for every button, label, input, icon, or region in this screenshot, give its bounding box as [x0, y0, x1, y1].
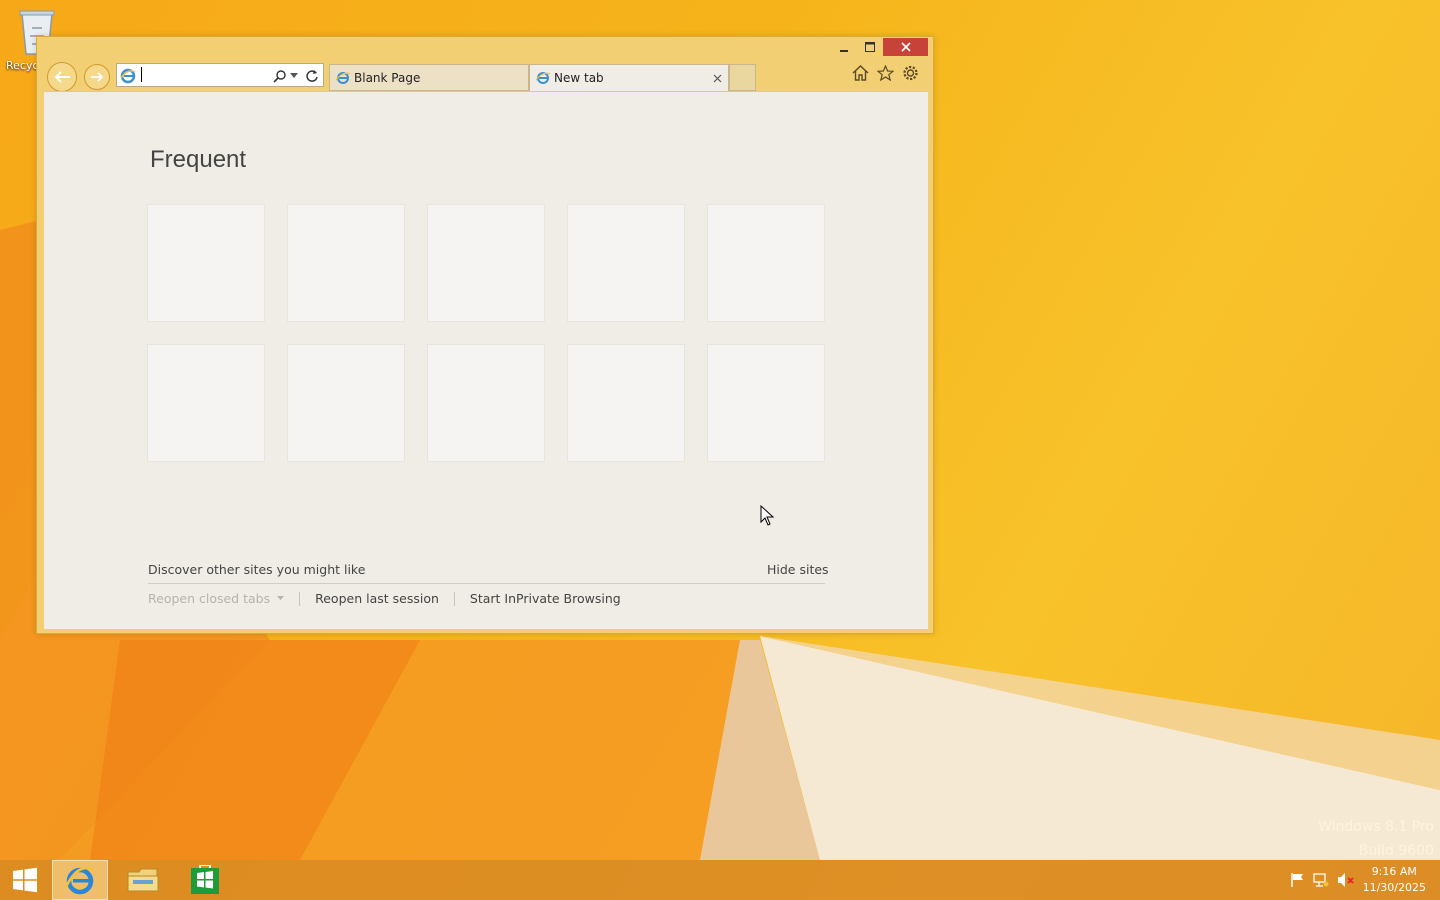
- toolbar-right: [852, 65, 919, 81]
- reopen-last-session-link[interactable]: Reopen last session: [315, 591, 439, 606]
- windows-watermark: Windows 8.1 Pro Build 9600: [1318, 815, 1434, 863]
- network-icon[interactable]: [1313, 872, 1329, 888]
- address-input[interactable]: [141, 67, 262, 82]
- minimize-icon: [840, 50, 848, 52]
- frequent-tile[interactable]: [147, 204, 265, 322]
- tab-label: Blank Page: [354, 70, 421, 85]
- tab-new-tab[interactable]: New tab: [529, 64, 729, 91]
- recycle-bin-label: Recyc: [6, 59, 39, 72]
- frequent-tile[interactable]: [567, 344, 685, 462]
- ie-logo-icon: [120, 68, 136, 84]
- ie-tab-icon: [336, 71, 350, 84]
- discover-sites-link[interactable]: Discover other sites you might like: [148, 562, 365, 577]
- chevron-down-icon: [277, 596, 285, 600]
- session-links: Reopen closed tabs Reopen last session S…: [148, 591, 621, 606]
- frequent-tile[interactable]: [567, 204, 685, 322]
- taskbar: 9:16 AM 11/30/2025: [0, 860, 1440, 900]
- gear-icon[interactable]: [902, 65, 919, 81]
- reopen-closed-tabs-link[interactable]: Reopen closed tabs: [148, 591, 270, 606]
- frequent-tile[interactable]: [427, 204, 545, 322]
- ie-window: Blank Page New tab Frequent Discover oth…: [36, 36, 934, 634]
- taskbar-internet-explorer[interactable]: [52, 860, 108, 900]
- store-icon: [191, 865, 219, 894]
- clock-time: 9:16 AM: [1371, 865, 1417, 878]
- new-tab-page: Frequent Discover other sites you might …: [44, 91, 928, 629]
- address-bar[interactable]: [116, 63, 324, 87]
- frequent-tile[interactable]: [287, 344, 405, 462]
- ie-tab-icon: [536, 72, 550, 84]
- chevron-down-icon[interactable]: [290, 73, 298, 79]
- home-icon[interactable]: [852, 65, 869, 81]
- forward-arrow-icon: [91, 72, 104, 82]
- separator: [299, 591, 301, 606]
- back-arrow-icon: [54, 71, 70, 83]
- frequent-tile[interactable]: [707, 344, 825, 462]
- tab-label: New tab: [554, 71, 604, 85]
- start-button[interactable]: [0, 860, 50, 900]
- watermark-edition: Windows 8.1 Pro: [1318, 819, 1434, 835]
- tab-blank-page[interactable]: Blank Page: [329, 64, 529, 91]
- favorites-star-icon[interactable]: [877, 65, 894, 81]
- back-button[interactable]: [47, 62, 77, 92]
- divider: [148, 583, 825, 584]
- frequent-heading: Frequent: [150, 146, 247, 173]
- clock-date: 11/30/2025: [1362, 881, 1426, 894]
- close-icon: [900, 42, 911, 52]
- search-icon[interactable]: [273, 69, 287, 83]
- taskbar-store[interactable]: [178, 860, 232, 900]
- caption-buttons: [831, 38, 928, 56]
- ie-logo-icon: [64, 866, 95, 895]
- volume-muted-icon[interactable]: [1337, 872, 1355, 888]
- new-tab-button[interactable]: [729, 64, 756, 91]
- frequent-tile[interactable]: [427, 344, 545, 462]
- folder-icon: [127, 868, 159, 892]
- action-center-flag-icon[interactable]: [1290, 872, 1306, 888]
- close-tab-icon[interactable]: [713, 74, 722, 83]
- frequent-tile[interactable]: [287, 204, 405, 322]
- hide-sites-link[interactable]: Hide sites: [767, 562, 829, 577]
- close-button[interactable]: [883, 38, 928, 56]
- maximize-icon: [865, 42, 875, 52]
- refresh-icon[interactable]: [305, 69, 319, 83]
- taskbar-file-explorer[interactable]: [116, 860, 170, 900]
- minimize-button[interactable]: [831, 38, 857, 56]
- desktop: Recyc Blank Page New tab Frequent Discov…: [0, 0, 1440, 900]
- system-clock[interactable]: 9:16 AM 11/30/2025: [1363, 864, 1426, 896]
- frequent-tile[interactable]: [147, 344, 265, 462]
- mouse-cursor-icon: [760, 505, 775, 526]
- maximize-button[interactable]: [857, 38, 883, 56]
- separator: [453, 591, 455, 606]
- start-inprivate-link[interactable]: Start InPrivate Browsing: [470, 591, 621, 606]
- frequent-tile[interactable]: [707, 204, 825, 322]
- windows-logo-icon: [13, 867, 37, 893]
- forward-button[interactable]: [84, 64, 110, 90]
